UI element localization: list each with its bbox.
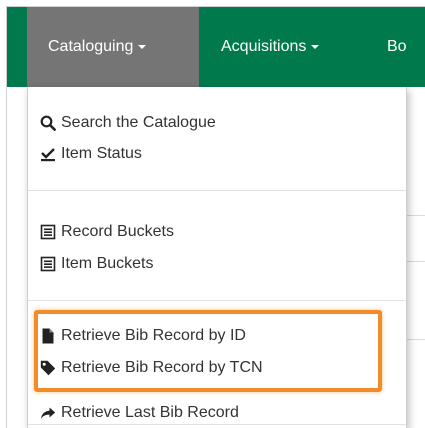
menu-item-label: Record Buckets: [61, 223, 174, 240]
nav-acquisitions-label: Acquisitions: [221, 38, 307, 55]
menu-divider: [28, 300, 406, 301]
nav-cataloguing-label: Cataloguing: [48, 38, 134, 55]
menu-item-record-buckets[interactable]: Record Buckets: [28, 217, 406, 247]
checkmark-underline-icon: [41, 148, 55, 162]
chevron-down-icon: [138, 44, 147, 49]
menu-item-label: Search the Catalogue: [61, 114, 216, 131]
highlight-annotation-box: [34, 310, 382, 392]
list-alt-icon: [40, 256, 56, 272]
menu-bottom-edge: [28, 424, 406, 425]
menu-item-label: Item Status: [61, 145, 142, 162]
nav-truncated[interactable]: Bo: [387, 7, 407, 87]
nav-cataloguing[interactable]: Cataloguing: [27, 7, 199, 87]
list-alt-icon: [40, 224, 56, 240]
menu-item-item-buckets[interactable]: Item Buckets: [28, 249, 406, 279]
menu-item-search-catalogue[interactable]: Search the Catalogue: [28, 108, 406, 138]
chevron-down-icon: [311, 44, 320, 49]
app-window: Cataloguing Acquisitions Bo D tr Search …: [6, 6, 425, 428]
search-icon: [40, 115, 56, 131]
menu-item-label: Item Buckets: [61, 255, 154, 272]
menu-item-item-status[interactable]: Item Status: [28, 139, 406, 169]
top-navbar: Cataloguing Acquisitions Bo: [7, 7, 425, 87]
nav-truncated-label: Bo: [387, 38, 407, 55]
share-arrow-icon: [41, 407, 56, 419]
menu-divider: [28, 190, 406, 191]
nav-acquisitions[interactable]: Acquisitions: [221, 7, 320, 87]
